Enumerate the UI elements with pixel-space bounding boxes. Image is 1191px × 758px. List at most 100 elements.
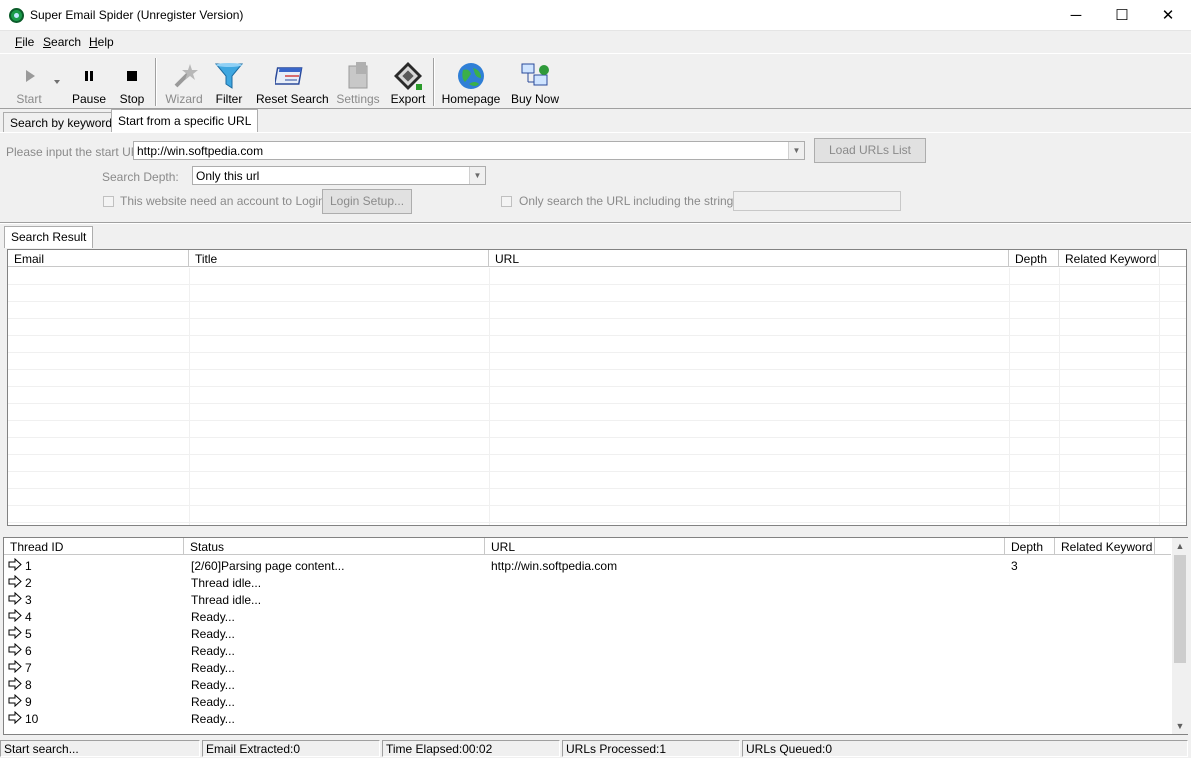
table-row[interactable]: 5 Ready... — [4, 625, 1171, 642]
result-col-email[interactable]: Email — [8, 250, 189, 267]
window-title: Super Email Spider (Unregister Version) — [30, 8, 244, 22]
result-col-depth[interactable]: Depth — [1009, 250, 1059, 267]
menu-search[interactable]: Search — [43, 35, 81, 49]
export-button[interactable]: Export — [388, 58, 428, 108]
status-bar: Start search... Email Extracted:0 Time E… — [0, 738, 1191, 758]
thread-status: [2/60]Parsing page content... — [191, 559, 345, 573]
scrollbar-thumb[interactable] — [1174, 555, 1186, 663]
thread-scrollbar[interactable]: ▲ ▼ — [1172, 538, 1188, 734]
table-row[interactable]: 10 Ready... — [4, 710, 1171, 727]
status-message: Start search... — [0, 740, 200, 757]
wizard-button[interactable]: Wizard — [163, 58, 205, 108]
export-label: Export — [390, 92, 426, 106]
thread-id: 3 — [25, 593, 32, 607]
menu-file[interactable]: File — [15, 35, 34, 49]
thread-id: 6 — [25, 644, 32, 658]
arrow-right-icon — [8, 659, 22, 674]
toolbar-separator — [433, 58, 435, 106]
need-account-checkbox[interactable] — [103, 196, 114, 207]
start-label: Start — [16, 92, 42, 106]
grid-column-line — [1059, 268, 1060, 525]
load-urls-list-button[interactable]: Load URLs List — [814, 138, 926, 163]
stop-button[interactable]: Stop — [114, 58, 150, 108]
thread-status: Thread idle... — [191, 593, 262, 607]
close-button[interactable]: ✕ — [1145, 0, 1191, 31]
search-result-table[interactable]: Email Title URL Depth Related Keyword — [7, 249, 1187, 526]
chevron-down-icon[interactable] — [52, 78, 62, 86]
table-row[interactable]: 7 Ready... — [4, 659, 1171, 676]
minimize-button[interactable]: ─ — [1053, 0, 1099, 31]
arrow-right-icon — [8, 642, 22, 657]
thread-col-related-keyword[interactable]: Related Keyword — [1055, 538, 1155, 555]
menu-bar: File Search Help — [0, 32, 1191, 52]
result-col-title[interactable]: Title — [189, 250, 489, 267]
table-row[interactable]: 3 Thread idle... — [4, 591, 1171, 608]
scroll-down-arrow-icon[interactable]: ▼ — [1172, 718, 1188, 734]
table-row[interactable]: 8 Ready... — [4, 676, 1171, 693]
grid-row-line — [8, 488, 1186, 489]
settings-button[interactable]: Settings — [336, 58, 380, 108]
filter-label: Filter — [215, 92, 243, 106]
reset-search-button[interactable]: Reset Search — [256, 58, 329, 108]
thread-col-status[interactable]: Status — [184, 538, 485, 555]
menu-search-accel: S — [43, 35, 52, 49]
homepage-button[interactable]: Homepage — [441, 58, 501, 108]
buy-now-button[interactable]: Buy Now — [510, 58, 560, 108]
pause-icon — [85, 71, 93, 81]
tab-search-by-keywords[interactable]: Search by keywords — [3, 112, 126, 132]
toolbar-separator — [155, 58, 157, 106]
thread-col-id[interactable]: Thread ID — [4, 538, 184, 555]
settings-icon — [348, 62, 368, 89]
grid-column-line — [1159, 268, 1160, 525]
reset-window-icon — [275, 67, 303, 85]
table-row[interactable]: 6 Ready... — [4, 642, 1171, 659]
panel-divider — [0, 222, 1191, 224]
chevron-down-icon[interactable]: ▼ — [788, 142, 804, 159]
arrow-right-icon — [8, 693, 22, 708]
status-urls-queued: URLs Queued:0 — [742, 740, 1188, 757]
pause-label: Pause — [71, 92, 107, 106]
thread-status: Ready... — [191, 661, 235, 675]
grid-column-line — [189, 268, 190, 525]
tab-search-result[interactable]: Search Result — [4, 226, 94, 248]
tab-start-from-url[interactable]: Start from a specific URL — [111, 109, 259, 133]
result-col-related-keyword[interactable]: Related Keyword — [1059, 250, 1159, 267]
grid-row-line — [8, 522, 1186, 523]
start-button[interactable]: Start — [10, 58, 48, 108]
url-search-form: Please input the start URL: http://win.s… — [0, 132, 1191, 222]
thread-col-url[interactable]: URL — [485, 538, 1005, 555]
start-url-combobox[interactable]: http://win.softpedia.com ▼ — [133, 141, 805, 160]
only-search-checkbox[interactable] — [501, 196, 512, 207]
toolbar: Start Pause Stop Wizard Filter Reset Sea… — [0, 53, 1191, 109]
thread-status: Ready... — [191, 627, 235, 641]
result-table-body — [8, 268, 1186, 525]
search-depth-select[interactable]: Only this url ▼ — [192, 166, 486, 185]
search-depth-label: Search Depth: — [102, 170, 179, 184]
thread-table-body: 1 [2/60]Parsing page content... http://win… — [4, 557, 1171, 734]
table-row[interactable]: 4 Ready... — [4, 608, 1171, 625]
grid-row-line — [8, 284, 1186, 285]
thread-id: 10 — [25, 712, 39, 726]
wizard-label: Wizard — [165, 92, 203, 106]
filter-button[interactable]: Filter — [211, 58, 247, 108]
thread-id: 5 — [25, 627, 32, 641]
settings-label: Settings — [336, 92, 380, 106]
maximize-button[interactable]: ☐ — [1099, 0, 1145, 31]
thread-depth: 3 — [1011, 559, 1018, 573]
only-search-input[interactable] — [733, 191, 901, 211]
chevron-down-icon[interactable]: ▼ — [469, 167, 485, 184]
pause-button[interactable]: Pause — [70, 58, 108, 108]
menu-file-label: ile — [22, 35, 35, 49]
thread-table[interactable]: Thread ID Status URL Depth Related Keywo… — [3, 537, 1188, 735]
scroll-up-arrow-icon[interactable]: ▲ — [1172, 538, 1188, 554]
table-row[interactable]: 9 Ready... — [4, 693, 1171, 710]
result-col-url[interactable]: URL — [489, 250, 1009, 267]
menu-help[interactable]: Help — [89, 35, 114, 49]
thread-col-depth[interactable]: Depth — [1005, 538, 1055, 555]
status-time-elapsed: Time Elapsed:00:02 — [382, 740, 560, 757]
table-row[interactable]: 2 Thread idle... — [4, 574, 1171, 591]
table-row[interactable]: 1 [2/60]Parsing page content... http://win… — [4, 557, 1171, 574]
grid-column-line — [489, 268, 490, 525]
grid-row-line — [8, 301, 1186, 302]
login-setup-button[interactable]: Login Setup... — [322, 189, 412, 214]
